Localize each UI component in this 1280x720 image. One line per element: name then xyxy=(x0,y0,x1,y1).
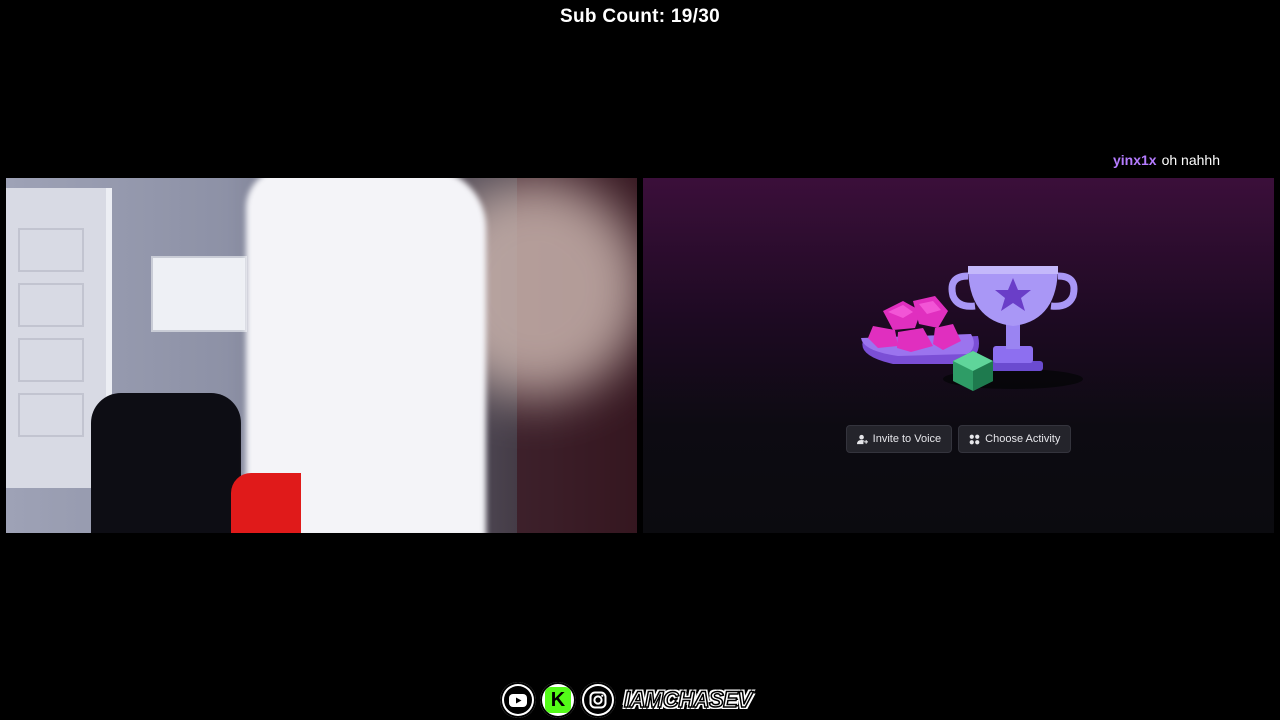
webcam-shorts xyxy=(231,473,301,533)
user-plus-icon xyxy=(856,434,868,444)
social-handle: IAMCHASEV xyxy=(623,686,753,713)
social-links: K IAMCHASEV xyxy=(500,681,753,719)
trophy-gems-dice-icon xyxy=(861,266,1083,391)
grid-icon xyxy=(969,434,980,444)
choose-activity-button[interactable]: Choose Activity xyxy=(958,425,1072,453)
sub-count: Sub Count: 19/30 xyxy=(560,6,720,27)
youtube-icon[interactable] xyxy=(500,682,536,718)
webcam-feed xyxy=(6,178,637,533)
invite-to-voice-label: Invite to Voice xyxy=(872,433,942,445)
chat-username[interactable]: yinx1x xyxy=(1113,152,1157,168)
chat-message: yinx1x oh nahhh xyxy=(1113,152,1220,168)
kick-letter: K xyxy=(545,687,571,713)
kick-icon[interactable]: K xyxy=(540,682,576,718)
instagram-icon[interactable] xyxy=(580,682,616,718)
invite-to-voice-button[interactable]: Invite to Voice xyxy=(845,425,953,453)
choose-activity-label: Choose Activity xyxy=(985,433,1061,445)
webcam-whiteboard xyxy=(151,256,247,332)
discord-voice-panel: Invite to Voice Choose Activity xyxy=(643,178,1274,533)
chat-text: oh nahhh xyxy=(1161,152,1220,168)
webcam-chair xyxy=(91,393,241,533)
